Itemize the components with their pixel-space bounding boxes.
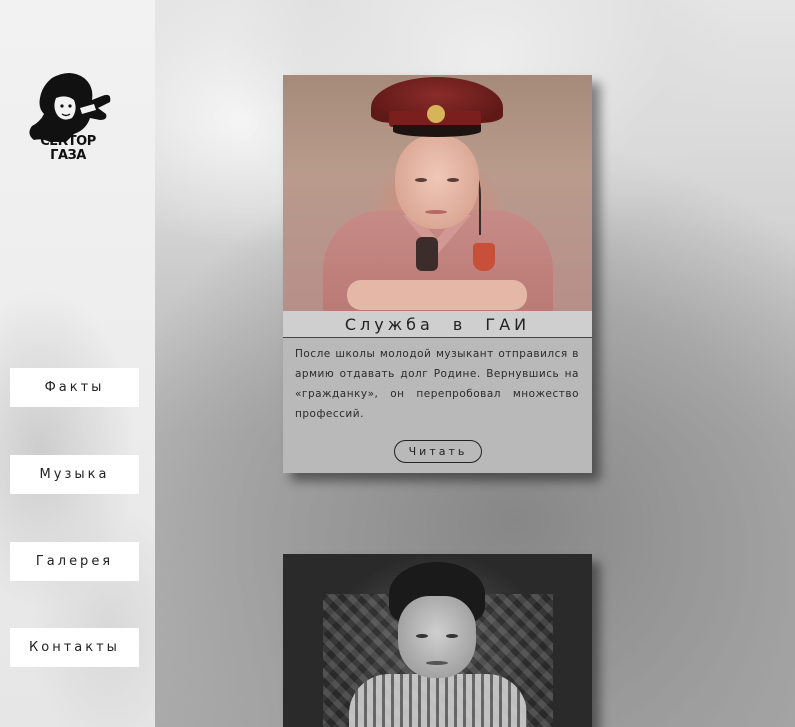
story-card: Служба в ГАИ После школы молодой музыкан… — [283, 75, 592, 473]
band-logo[interactable]: СЕКТОР ГАЗА — [22, 68, 114, 163]
story-card-2 — [283, 554, 592, 727]
nav-contacts-button[interactable]: Контакты — [10, 628, 139, 667]
card-photo-childhood — [283, 554, 592, 727]
card-photo-uniform — [283, 75, 592, 311]
card-text: После школы молодой музыкант отправился … — [295, 348, 579, 420]
card-title: Служба в ГАИ — [283, 311, 592, 338]
logo-text: СЕКТОР ГАЗА — [40, 134, 96, 163]
cap-badge-icon — [427, 105, 445, 123]
nav-gallery-button[interactable]: Галерея — [10, 542, 139, 581]
read-button[interactable]: Читать — [394, 440, 482, 463]
sidebar: СЕКТОР ГАЗА Факты Музыка Галерея Контакт… — [0, 0, 155, 727]
nav-facts-button[interactable]: Факты — [10, 368, 139, 407]
nav-music-button[interactable]: Музыка — [10, 455, 139, 494]
